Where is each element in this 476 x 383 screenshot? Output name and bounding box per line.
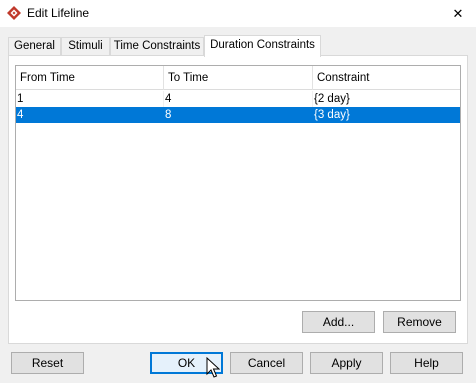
close-button[interactable]: ✕: [440, 0, 476, 27]
tab-duration-constraints[interactable]: Duration Constraints: [204, 35, 321, 57]
cell-to-time: 4: [164, 91, 313, 107]
constraints-table[interactable]: From Time To Time Constraint 1 4 {2 day}…: [15, 65, 461, 301]
duration-constraints-panel: From Time To Time Constraint 1 4 {2 day}…: [8, 55, 468, 344]
table-body: 1 4 {2 day} 4 8 {3 day}: [16, 91, 460, 123]
title-bar[interactable]: Edit Lifeline ✕: [0, 0, 476, 27]
add-button[interactable]: Add...: [302, 311, 375, 333]
cell-constraint: {3 day}: [314, 109, 350, 121]
cell-from-time: 1: [16, 91, 164, 107]
help-button[interactable]: Help: [390, 352, 463, 374]
cell-to-time: 8: [165, 109, 172, 121]
table-row-selected[interactable]: 4 8 {3 day}: [16, 107, 460, 123]
reset-button[interactable]: Reset: [11, 352, 84, 374]
cell-from-time: 4: [17, 109, 24, 121]
ok-button[interactable]: OK: [150, 352, 223, 374]
cell-constraint: {2 day}: [314, 93, 350, 105]
window-title: Edit Lifeline: [27, 6, 90, 20]
close-icon: ✕: [452, 5, 464, 21]
app-logo-icon: [7, 6, 21, 20]
table-row[interactable]: 1 4 {2 day}: [16, 91, 460, 107]
remove-button[interactable]: Remove: [383, 311, 456, 333]
cancel-button[interactable]: Cancel: [230, 352, 303, 374]
column-header-to-time[interactable]: To Time: [164, 66, 313, 90]
edit-lifeline-dialog: Edit Lifeline ✕ General Stimuli Time Con…: [0, 0, 476, 383]
tab-time-constraints[interactable]: Time Constraints: [110, 37, 204, 56]
apply-button[interactable]: Apply: [310, 352, 383, 374]
table-header: From Time To Time Constraint: [16, 66, 460, 90]
tab-stimuli[interactable]: Stimuli: [61, 37, 110, 56]
tab-general[interactable]: General: [8, 37, 61, 56]
column-header-from-time[interactable]: From Time: [16, 66, 164, 90]
column-header-constraint[interactable]: Constraint: [313, 66, 460, 90]
